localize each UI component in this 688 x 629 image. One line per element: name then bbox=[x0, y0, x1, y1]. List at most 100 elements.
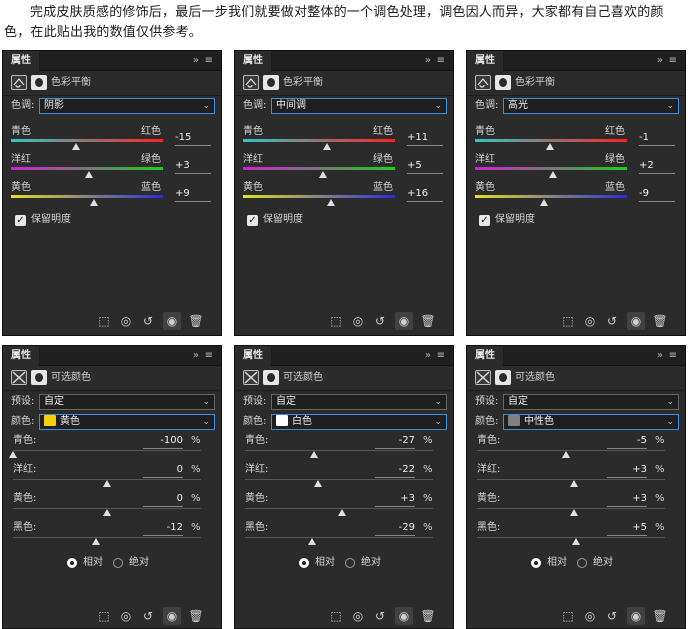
delete-icon[interactable]: 🗑 bbox=[651, 312, 669, 330]
preserve-luminosity-checkbox[interactable]: ✓ bbox=[15, 215, 26, 226]
absolute-radio[interactable] bbox=[345, 558, 355, 568]
properties-tab[interactable]: 属性 bbox=[3, 346, 39, 366]
slider-thumb[interactable] bbox=[327, 199, 336, 206]
view-previous-state-icon[interactable]: ◎ bbox=[349, 607, 367, 625]
visibility-eye-icon[interactable]: ◉ bbox=[163, 607, 181, 625]
properties-tab[interactable]: 属性 bbox=[467, 51, 503, 71]
absolute-radio[interactable] bbox=[113, 558, 123, 568]
slider-thumb[interactable] bbox=[548, 171, 557, 178]
slider-value-field[interactable]: -9 bbox=[639, 187, 675, 202]
delete-icon[interactable]: 🗑 bbox=[651, 607, 669, 625]
collapse-icon[interactable]: » bbox=[657, 346, 663, 366]
visibility-eye-icon[interactable]: ◉ bbox=[627, 312, 645, 330]
reset-icon[interactable]: ↺ bbox=[139, 312, 157, 330]
clip-to-layer-icon[interactable]: ⬚ bbox=[95, 312, 113, 330]
slider-value-field[interactable]: +3 bbox=[175, 159, 211, 174]
slider-thumb[interactable] bbox=[571, 538, 580, 545]
reset-icon[interactable]: ↺ bbox=[371, 312, 389, 330]
slider-value-field[interactable]: -5 bbox=[607, 434, 647, 449]
preserve-luminosity-checkbox[interactable]: ✓ bbox=[479, 215, 490, 226]
reset-icon[interactable]: ↺ bbox=[603, 607, 621, 625]
layer-mask-icon[interactable] bbox=[495, 75, 511, 90]
tone-select[interactable]: 高光 ⌄ bbox=[503, 98, 679, 114]
preset-select[interactable]: 自定 ⌄ bbox=[39, 394, 215, 410]
delete-icon[interactable]: 🗑 bbox=[419, 312, 437, 330]
colors-select[interactable]: 白色 ⌄ bbox=[271, 414, 447, 430]
delete-icon[interactable]: 🗑 bbox=[187, 607, 205, 625]
panel-menu-icon[interactable]: ≡ bbox=[669, 346, 677, 366]
panel-menu-icon[interactable]: ≡ bbox=[437, 51, 445, 71]
clip-to-layer-icon[interactable]: ⬚ bbox=[95, 607, 113, 625]
visibility-eye-icon[interactable]: ◉ bbox=[627, 607, 645, 625]
visibility-eye-icon[interactable]: ◉ bbox=[395, 607, 413, 625]
slider-value-field[interactable]: +5 bbox=[607, 521, 647, 536]
reset-icon[interactable]: ↺ bbox=[371, 607, 389, 625]
slider-value-field[interactable]: +5 bbox=[407, 159, 443, 174]
relative-radio[interactable] bbox=[67, 558, 77, 568]
delete-icon[interactable]: 🗑 bbox=[419, 607, 437, 625]
slider-value-field[interactable]: -29 bbox=[375, 521, 415, 536]
colors-select[interactable]: 中性色 ⌄ bbox=[503, 414, 679, 430]
slider-thumb[interactable] bbox=[309, 451, 318, 458]
preset-select[interactable]: 自定 ⌄ bbox=[271, 394, 447, 410]
collapse-icon[interactable]: » bbox=[193, 346, 199, 366]
slider-thumb[interactable] bbox=[71, 143, 80, 150]
slider-value-field[interactable]: +3 bbox=[607, 463, 647, 478]
slider-value-field[interactable]: -12 bbox=[143, 521, 183, 536]
panel-menu-icon[interactable]: ≡ bbox=[205, 346, 213, 366]
properties-tab[interactable]: 属性 bbox=[235, 51, 271, 71]
slider-thumb[interactable] bbox=[569, 509, 578, 516]
colors-select[interactable]: 黄色 ⌄ bbox=[39, 414, 215, 430]
slider-thumb[interactable] bbox=[103, 480, 111, 487]
tone-select[interactable]: 中间调 ⌄ bbox=[271, 98, 447, 114]
preset-select[interactable]: 自定 ⌄ bbox=[503, 394, 679, 410]
relative-radio[interactable] bbox=[299, 558, 309, 568]
slider-value-field[interactable]: -27 bbox=[375, 434, 415, 449]
slider-value-field[interactable]: -1 bbox=[639, 131, 675, 146]
clip-to-layer-icon[interactable]: ⬚ bbox=[559, 312, 577, 330]
view-previous-state-icon[interactable]: ◎ bbox=[117, 607, 135, 625]
absolute-radio[interactable] bbox=[577, 558, 587, 568]
slider-value-field[interactable]: +11 bbox=[407, 131, 443, 146]
slider-value-field[interactable]: -100 bbox=[143, 434, 183, 449]
view-previous-state-icon[interactable]: ◎ bbox=[581, 312, 599, 330]
collapse-icon[interactable]: » bbox=[193, 51, 199, 71]
layer-mask-icon[interactable] bbox=[31, 370, 47, 385]
slider-value-field[interactable]: 0 bbox=[143, 463, 183, 478]
visibility-eye-icon[interactable]: ◉ bbox=[395, 312, 413, 330]
slider-thumb[interactable] bbox=[314, 480, 323, 487]
slider-thumb[interactable] bbox=[540, 199, 549, 206]
slider-thumb[interactable] bbox=[91, 538, 100, 545]
slider-thumb[interactable] bbox=[9, 451, 17, 458]
slider-value-field[interactable]: -22 bbox=[375, 463, 415, 478]
slider-thumb[interactable] bbox=[562, 451, 571, 458]
panel-menu-icon[interactable]: ≡ bbox=[669, 51, 677, 71]
view-previous-state-icon[interactable]: ◎ bbox=[581, 607, 599, 625]
layer-mask-icon[interactable] bbox=[263, 370, 279, 385]
clip-to-layer-icon[interactable]: ⬚ bbox=[327, 312, 345, 330]
view-previous-state-icon[interactable]: ◎ bbox=[349, 312, 367, 330]
reset-icon[interactable]: ↺ bbox=[139, 607, 157, 625]
reset-icon[interactable]: ↺ bbox=[603, 312, 621, 330]
properties-tab[interactable]: 属性 bbox=[467, 346, 503, 366]
relative-radio[interactable] bbox=[531, 558, 541, 568]
slider-thumb[interactable] bbox=[85, 171, 94, 178]
slider-value-field[interactable]: 0 bbox=[143, 492, 183, 507]
clip-to-layer-icon[interactable]: ⬚ bbox=[559, 607, 577, 625]
slider-thumb[interactable] bbox=[89, 199, 98, 206]
slider-thumb[interactable] bbox=[337, 509, 346, 516]
slider-value-field[interactable]: -15 bbox=[175, 131, 211, 146]
collapse-icon[interactable]: » bbox=[425, 346, 431, 366]
slider-thumb[interactable] bbox=[569, 480, 578, 487]
tone-select[interactable]: 阴影 ⌄ bbox=[39, 98, 215, 114]
slider-thumb[interactable] bbox=[546, 143, 555, 150]
slider-value-field[interactable]: +2 bbox=[639, 159, 675, 174]
slider-thumb[interactable] bbox=[323, 143, 332, 150]
collapse-icon[interactable]: » bbox=[657, 51, 663, 71]
view-previous-state-icon[interactable]: ◎ bbox=[117, 312, 135, 330]
panel-menu-icon[interactable]: ≡ bbox=[205, 51, 213, 71]
slider-value-field[interactable]: +16 bbox=[407, 187, 443, 202]
preserve-luminosity-checkbox[interactable]: ✓ bbox=[247, 215, 258, 226]
slider-thumb[interactable] bbox=[103, 509, 111, 516]
slider-value-field[interactable]: +3 bbox=[375, 492, 415, 507]
